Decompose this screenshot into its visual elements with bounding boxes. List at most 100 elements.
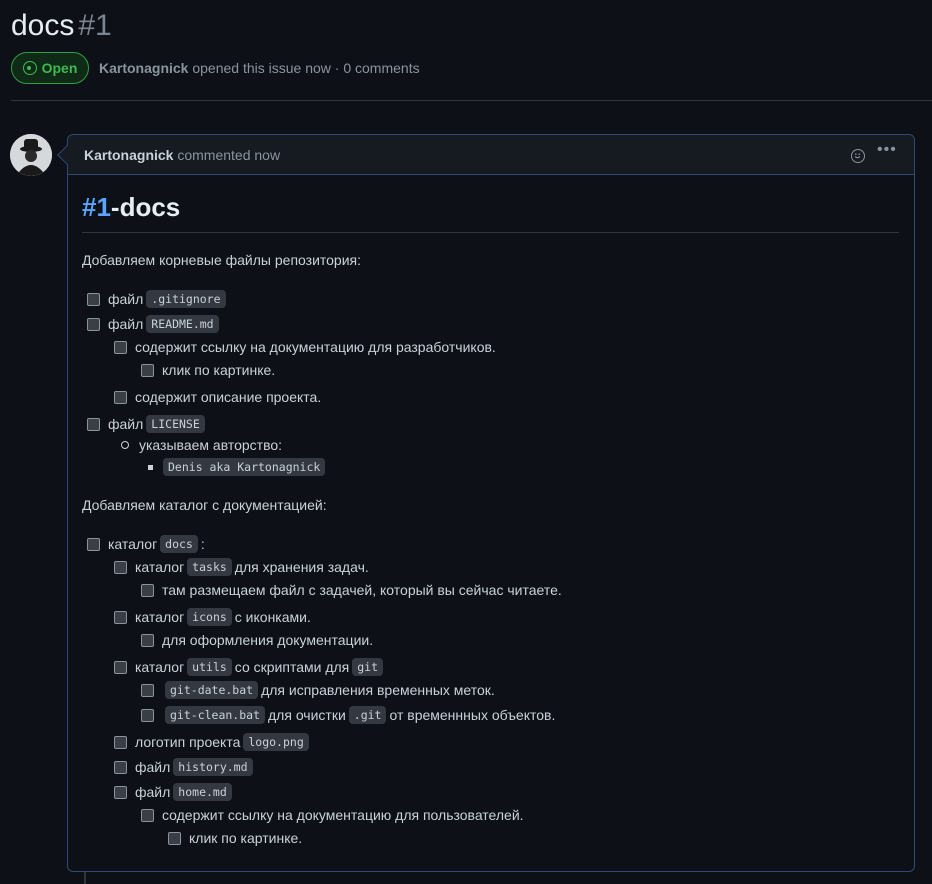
heading-link[interactable]: #1: [82, 192, 111, 222]
item-text: клик по картинке.: [189, 830, 303, 846]
issue-title: docs #1: [11, 6, 112, 46]
task-checkbox[interactable]: [114, 560, 127, 574]
task-checkbox[interactable]: [141, 363, 154, 377]
list-item: git-clean.bat для очистки .git от времен…: [141, 704, 555, 726]
smiley-icon[interactable]: [851, 149, 865, 163]
task-checkbox[interactable]: [141, 683, 154, 697]
list-item: содержит ссылку на документацию для поль…: [141, 804, 524, 826]
bullet-square: [148, 464, 153, 470]
list-item: каталог docs :: [87, 533, 205, 555]
item-text: файл: [135, 784, 171, 800]
inline-code: tasks: [187, 558, 232, 576]
avatar[interactable]: [10, 134, 52, 176]
inline-code: git-date.bat: [165, 681, 259, 699]
list-item: файл history.md: [114, 756, 256, 778]
item-text-after: для исправления временных меток.: [261, 682, 495, 698]
task-checkbox[interactable]: [87, 292, 100, 306]
task-checkbox[interactable]: [141, 708, 154, 722]
inline-code: utils: [187, 658, 232, 676]
task-checkbox[interactable]: [114, 735, 127, 749]
list-item: для оформления документации.: [141, 629, 373, 651]
status-badge: Open: [11, 52, 89, 84]
list-item: Denis aka Kartonagnick: [148, 456, 328, 478]
comment-author-line: Kartonagnick commented now: [84, 147, 280, 163]
task-checkbox[interactable]: [114, 760, 127, 774]
task-checkbox[interactable]: [87, 417, 100, 431]
item-text: файл: [135, 759, 171, 775]
issue-title-text: docs: [11, 9, 75, 42]
task-checkbox[interactable]: [114, 785, 127, 799]
item-text: каталог: [108, 536, 158, 552]
item-text-after: со скриптами для: [234, 659, 350, 675]
inline-code: history.md: [173, 758, 253, 776]
task-checkbox[interactable]: [141, 583, 154, 597]
paragraph-docs-catalog: Добавляем каталог с документацией:: [82, 494, 327, 516]
list-item: клик по картинке.: [168, 827, 302, 849]
item-text: файл: [108, 291, 144, 307]
list-item: содержит описание проекта.: [114, 386, 321, 408]
issue-number: #1: [78, 9, 112, 42]
inline-code: Denis aka Kartonagnick: [163, 458, 326, 476]
inline-code: docs: [160, 535, 198, 553]
comment-action[interactable]: commented now: [177, 147, 280, 163]
item-text-after: от временнных объектов.: [389, 707, 556, 723]
task-checkbox[interactable]: [114, 610, 127, 624]
task-checkbox[interactable]: [114, 390, 127, 404]
item-text: для оформления документации.: [162, 632, 374, 648]
item-text: каталог: [135, 659, 185, 675]
kebab-menu-icon[interactable]: •••: [877, 141, 897, 159]
paragraph-root-files: Добавляем корневые файлы репозитория:: [82, 249, 361, 271]
item-text: логотип проекта: [135, 734, 241, 750]
list-item: файл README.md: [87, 313, 222, 335]
list-item: каталог utils со скриптами для git: [114, 656, 386, 678]
list-item: git-date.bat для исправления временных м…: [141, 679, 495, 701]
list-item: каталог icons с иконками.: [114, 606, 311, 628]
item-text: содержит ссылку на документацию для разр…: [135, 339, 496, 355]
list-item: указываем авторство:: [121, 434, 282, 456]
item-text-after: для очистки: [268, 707, 346, 723]
inline-code: git-clean.bat: [165, 706, 266, 724]
item-text: файл: [108, 316, 144, 332]
inline-code: .gitignore: [146, 290, 226, 308]
issue-meta-text: opened this issue now · 0 comments: [192, 60, 420, 76]
inline-code: icons: [187, 608, 232, 626]
item-text: указываем авторство:: [139, 437, 283, 453]
task-checkbox[interactable]: [114, 340, 127, 354]
paragraph-text: Добавляем корневые файлы репозитория:: [82, 252, 362, 268]
task-checkbox[interactable]: [168, 831, 181, 845]
bullet-circle: [121, 441, 129, 449]
inline-code: .git: [348, 706, 387, 724]
issue-open-icon: [22, 61, 37, 75]
status-label: Open: [41, 60, 78, 76]
inline-code: README.md: [146, 315, 219, 333]
comment-header: Kartonagnick commented now •••: [68, 135, 914, 175]
issue-author-link[interactable]: Kartonagnick: [99, 60, 188, 76]
issue-meta: Kartonagnick opened this issue now · 0 c…: [99, 60, 420, 76]
task-checkbox[interactable]: [87, 537, 100, 551]
inline-code: git: [352, 658, 384, 676]
list-item: файл LICENSE: [87, 413, 208, 435]
task-checkbox[interactable]: [87, 317, 100, 331]
list-item: содержит ссылку на документацию для разр…: [114, 336, 496, 358]
item-text: там размещаем файл с задачей, который вы…: [162, 582, 562, 598]
paragraph-text: Добавляем каталог с документацией:: [82, 497, 327, 513]
list-item: файл home.md: [114, 781, 235, 803]
inline-code: logo.png: [243, 733, 309, 751]
item-text: каталог: [135, 609, 185, 625]
task-checkbox[interactable]: [141, 633, 154, 647]
item-text: файл: [108, 416, 144, 432]
smiley-face: [854, 153, 861, 159]
list-item: файл .gitignore: [87, 288, 229, 310]
task-checkbox[interactable]: [114, 660, 127, 674]
list-item: логотип проекта logo.png: [114, 731, 312, 753]
comment-author-link[interactable]: Kartonagnick: [84, 147, 173, 163]
inline-code: home.md: [173, 783, 232, 801]
item-text: клик по картинке.: [162, 362, 276, 378]
task-checkbox[interactable]: [141, 808, 154, 822]
avatar-image: [10, 134, 52, 176]
heading-text: -docs: [110, 192, 181, 222]
header-divider: [11, 100, 932, 101]
timeline-line: [84, 872, 86, 884]
item-text-after: для хранения задач.: [234, 559, 369, 575]
heading-divider: [82, 232, 899, 233]
